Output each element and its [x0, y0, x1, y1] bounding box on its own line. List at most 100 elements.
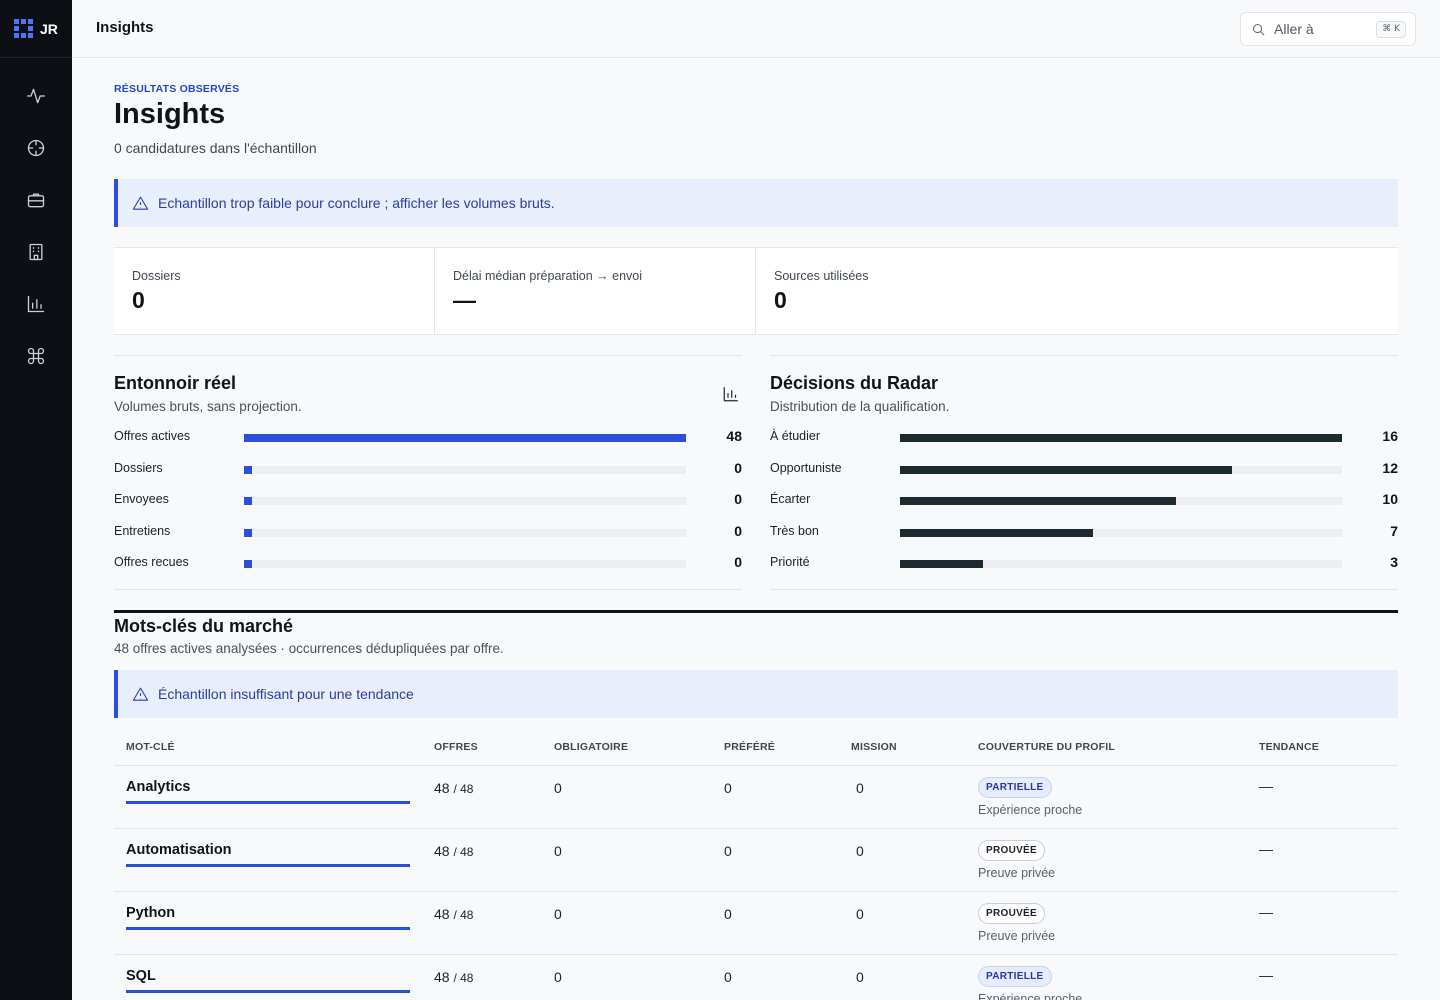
keyword-bar	[126, 927, 410, 930]
radar-panel: Décisions du Radar Distribution de la qu…	[770, 355, 1398, 590]
bar-value: 0	[734, 459, 742, 476]
mission-cell: 0	[856, 969, 864, 985]
offers-count: 48	[434, 969, 450, 985]
offers-total: / 48	[453, 971, 474, 985]
bar-chart-icon	[723, 387, 738, 402]
panel-title: Entonnoir réel	[114, 373, 237, 393]
bar-track	[244, 560, 686, 568]
bar-track	[900, 497, 1342, 505]
coverage-note: Preuve privée	[978, 929, 1056, 943]
stat-label: Délai médian préparation → envoi	[453, 269, 642, 283]
col-preferred[interactable]: PRÉFÉRÉ	[724, 741, 775, 753]
trend-alert: Échantillon insuffisant pour une tendanc…	[114, 670, 1398, 718]
keyword-bar	[126, 864, 410, 867]
search-placeholder: Aller à	[1274, 21, 1314, 37]
chart-toggle-button[interactable]	[722, 385, 742, 405]
bar-fill	[900, 560, 983, 568]
bar-value: 10	[1382, 491, 1398, 507]
required-cell: 0	[554, 780, 562, 796]
col-required[interactable]: OBLIGATOIRE	[554, 741, 628, 753]
nav-radar[interactable]	[24, 136, 48, 160]
table-row[interactable]: Analytics 48 / 48 0 0 0 PARTIELLE Expérience p…	[114, 766, 1398, 829]
bar-row: Priorité 3	[770, 553, 1398, 573]
logo-grid-icon	[14, 19, 33, 38]
coverage-badge: PROUVÉE	[978, 903, 1046, 924]
nav-companies[interactable]	[24, 240, 48, 264]
logo-text: JR	[40, 20, 58, 37]
bar-row: À étudier 16	[770, 427, 1398, 447]
sidebar: JR	[0, 0, 72, 1000]
stat-dossiers: Dossiers 0	[114, 248, 435, 334]
stats-row: Dossiers 0 Délai médian préparation → en…	[114, 247, 1398, 335]
activity-icon	[27, 88, 45, 104]
bar-value: 0	[734, 554, 742, 570]
bar-row: Entretiens 0	[114, 522, 742, 542]
offers-cell: 48 / 48	[434, 969, 473, 985]
warning-icon	[132, 687, 149, 701]
keyword-bar	[126, 990, 410, 993]
bar-track	[900, 528, 1342, 537]
topbar: Insights Aller à ⌘ K	[72, 0, 1440, 58]
bar-label: Offres recues	[114, 555, 189, 569]
offers-cell: 48 / 48	[434, 780, 473, 796]
funnel-panel: Entonnoir réel Volumes bruts, sans proje…	[114, 355, 742, 590]
required-cell: 0	[554, 969, 562, 985]
bar-label: Entretiens	[114, 523, 171, 538]
search-input[interactable]: Aller à ⌘ K	[1240, 12, 1416, 46]
offers-cell: 48 / 48	[434, 906, 473, 922]
keywords-table: MOT-CLÉ OFFRES OBLIGATOIRE PRÉFÉRÉ MISSI…	[114, 730, 1398, 1000]
alert-text: Echantillon trop faible pour conclure ; …	[158, 195, 555, 211]
stat-value: 0	[774, 287, 787, 313]
stat-sources: Sources utilisées 0	[756, 248, 1398, 334]
nav-insights[interactable]	[24, 292, 48, 316]
preferred-cell: 0	[724, 843, 732, 859]
bar-track	[900, 560, 1342, 568]
building-icon	[29, 243, 43, 261]
bar-track	[244, 434, 686, 442]
keyword-name[interactable]: SQL	[126, 968, 156, 984]
section-subtitle: 48 offres actives analysées · occurrence…	[114, 641, 504, 656]
bar-fill	[244, 465, 252, 474]
offers-count: 48	[434, 843, 450, 859]
nav-activity[interactable]	[24, 84, 48, 108]
keyword-name[interactable]: Analytics	[126, 779, 190, 795]
bar-fill	[244, 560, 252, 568]
table-header: MOT-CLÉ OFFRES OBLIGATOIRE PRÉFÉRÉ MISSI…	[114, 730, 1398, 766]
topbar-title: Insights	[96, 19, 154, 36]
panel-subtitle: Distribution de la qualification.	[770, 399, 950, 414]
bar-track	[244, 528, 686, 537]
bar-track	[244, 497, 686, 505]
col-offers[interactable]: OFFRES	[434, 741, 478, 753]
command-icon	[27, 347, 45, 365]
bar-label: Dossiers	[114, 460, 163, 475]
stat-value: 0	[132, 287, 145, 313]
col-coverage[interactable]: COUVERTURE DU PROFIL	[978, 741, 1115, 753]
bar-label: Très bon	[770, 523, 819, 538]
keyword-name[interactable]: Python	[126, 905, 175, 921]
sample-alert: Echantillon trop faible pour conclure ; …	[114, 179, 1398, 227]
bar-value: 0	[734, 522, 742, 539]
bar-label: Écarter	[770, 492, 811, 506]
app-logo[interactable]: JR	[0, 0, 72, 58]
preferred-cell: 0	[724, 969, 732, 985]
keywords-section: Mots-clés du marché	[114, 610, 1398, 636]
required-cell: 0	[554, 843, 562, 859]
table-row[interactable]: Automatisation 48 / 48 0 0 0 PROUVÉE Preuve pr…	[114, 829, 1398, 892]
col-trend[interactable]: TENDANCE	[1259, 741, 1319, 753]
bar-fill	[244, 497, 252, 505]
bar-value: 3	[1390, 554, 1398, 570]
nav-offers[interactable]	[24, 188, 48, 212]
page-title: Insights	[114, 98, 226, 130]
keyword-name[interactable]: Automatisation	[126, 842, 232, 858]
offers-count: 48	[434, 780, 450, 796]
col-mission[interactable]: MISSION	[851, 741, 897, 753]
mission-cell: 0	[856, 780, 864, 796]
table-row[interactable]: Python 48 / 48 0 0 0 PROUVÉE Preuve privée —	[114, 892, 1398, 955]
bar-chart-icon	[27, 295, 45, 313]
bar-fill	[244, 528, 252, 537]
bar-row: Offres recues 0	[114, 553, 742, 573]
nav-command[interactable]	[24, 344, 48, 368]
coverage-note: Preuve privée	[978, 866, 1056, 880]
table-row[interactable]: SQL 48 / 48 0 0 0 PARTIELLE Expérience proche —	[114, 955, 1398, 1000]
col-keyword[interactable]: MOT-CLÉ	[126, 741, 175, 753]
